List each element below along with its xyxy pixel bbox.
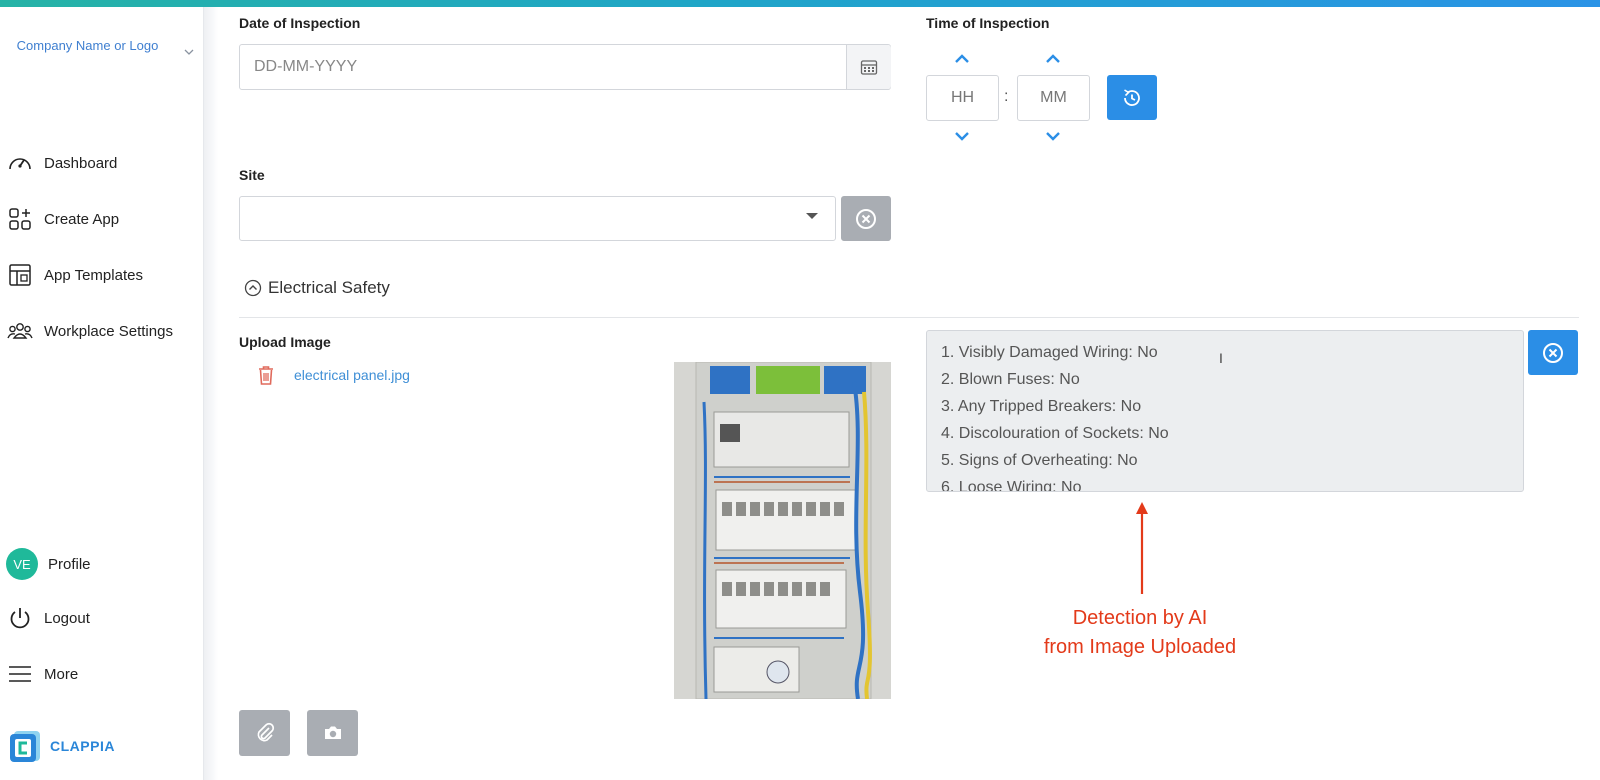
collapse-circle-icon [244,279,262,297]
sidebar-item-label: Logout [44,609,90,627]
ai-result-line: 5. Signs of Overheating: No [941,452,1138,469]
add-apps-icon [9,208,31,230]
ai-result-line: 2. Blown Fuses: No [941,371,1080,388]
electrical-panel-photo[interactable] [674,362,891,699]
ai-detection-textarea[interactable]: 1. Visibly Damaged Wiring: No 2. Blown F… [926,330,1524,492]
annotation-line: from Image Uploaded [1043,636,1237,658]
section-divider [239,317,1579,318]
trash-icon[interactable] [256,364,276,386]
sidebar: Company Name or Logo Dashboard Create Ap… [0,7,204,780]
sidebar-item-create-app[interactable]: Create App [6,205,119,233]
uploaded-file: electrical panel.jpg [256,364,410,386]
clear-ai-result-button[interactable] [1528,330,1578,375]
text-cursor-icon: I [1219,350,1223,366]
clock-history-icon [1124,88,1140,106]
clear-site-button[interactable] [841,196,891,241]
speedometer-icon [9,158,31,170]
upload-label: Upload Image [239,334,331,350]
sidebar-item-logout[interactable]: Logout [6,604,90,632]
site-label: Site [239,167,265,183]
sidebar-item-app-templates[interactable]: App Templates [6,261,143,289]
attach-file-button[interactable] [239,710,290,756]
sidebar-item-workplace-settings[interactable]: Workplace Settings [6,317,173,345]
minute-input[interactable]: MM [1017,75,1090,121]
menu-icon [9,666,31,682]
current-time-button[interactable] [1107,75,1157,120]
file-name-link[interactable]: electrical panel.jpg [294,367,410,383]
minute-down-chevron-icon[interactable] [1044,130,1062,142]
date-label: Date of Inspection [239,15,361,31]
section-title: Electrical Safety [268,278,390,297]
close-circle-icon [1543,342,1563,363]
hour-input[interactable]: HH [926,75,999,121]
avatar: VE [6,548,38,580]
ai-result-line: 6. Loose Wiring: No [941,479,1082,492]
camera-icon [324,726,341,739]
calendar-button[interactable] [846,45,891,89]
hour-down-chevron-icon[interactable] [953,130,971,142]
sidebar-item-label: More [44,665,79,683]
users-group-icon [7,323,33,339]
ai-result-line: 4. Discolouration of Sockets: No [941,425,1169,442]
camera-button[interactable] [307,710,358,756]
brand: CLAPPIA [8,729,115,763]
hour-up-chevron-icon[interactable] [953,53,971,65]
ai-result-line: 3. Any Tripped Breakers: No [941,398,1142,415]
section-electrical-safety[interactable]: Electrical Safety [244,278,390,298]
sidebar-item-profile[interactable]: VE Profile [6,547,91,581]
minute-up-chevron-icon[interactable] [1044,53,1062,65]
site-select[interactable] [239,196,836,241]
top-accent-bar [0,0,1600,7]
sidebar-item-label: Profile [48,555,91,573]
clappia-logo-icon [10,731,40,762]
power-icon [10,608,30,629]
sidebar-item-label: Create App [44,210,120,228]
sidebar-item-label: Workplace Settings [44,322,173,340]
close-circle-icon [856,208,876,229]
annotation-arrow-icon [1136,502,1148,594]
layout-template-icon [9,264,31,286]
caret-down-icon[interactable] [806,213,818,219]
sidebar-item-dashboard[interactable]: Dashboard [6,149,117,177]
calendar-icon [860,60,878,75]
annotation-text: Detection by AI from Image Uploaded [1000,604,1280,662]
time-label: Time of Inspection [926,15,1050,31]
brand-name: CLAPPIA [50,738,115,754]
sidebar-item-more[interactable]: More [6,660,78,688]
company-name[interactable]: Company Name or Logo [0,33,175,58]
chevron-down-icon[interactable] [182,45,196,59]
sidebar-item-label: Dashboard [44,154,118,172]
ai-result-line: 1. Visibly Damaged Wiring: No [941,344,1158,361]
sidebar-shadow [204,7,218,780]
date-input[interactable]: DD-MM-YYYY [239,44,891,90]
sidebar-item-label: App Templates [44,266,143,284]
time-separator: : [1004,88,1009,105]
paperclip-icon [257,722,274,742]
annotation-line: Detection by AI [1072,607,1208,629]
